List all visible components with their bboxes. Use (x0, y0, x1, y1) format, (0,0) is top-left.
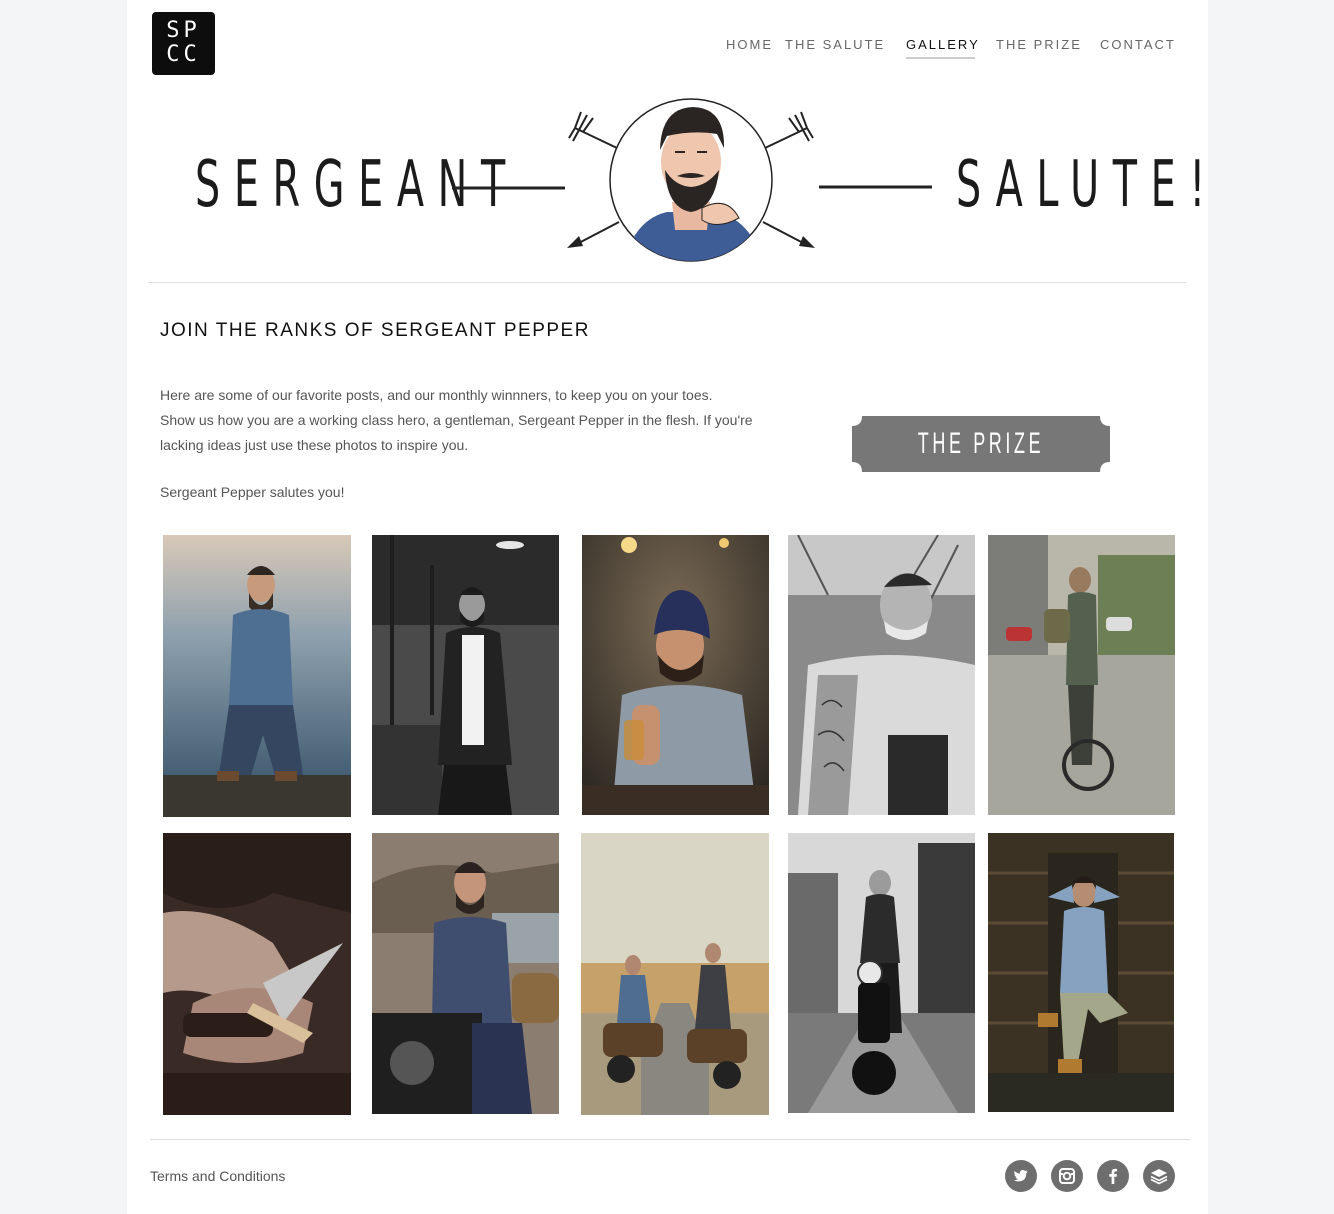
nav-gallery[interactable]: GALLERY (906, 37, 980, 52)
twitter-icon (1014, 1170, 1028, 1182)
intro-line-1: Here are some of our favorite posts, and… (160, 387, 713, 403)
hero-emblem (452, 98, 932, 262)
gallery-photo-3[interactable] (582, 535, 769, 815)
gallery-photo-8[interactable] (581, 833, 769, 1115)
gallery-photo-10[interactable] (988, 833, 1174, 1112)
layers-button[interactable] (1143, 1160, 1175, 1192)
instagram-icon (1059, 1168, 1075, 1184)
page: SP CC HOME THE SALUTE GALLERY THE PRIZE … (127, 0, 1208, 1214)
header-divider (148, 282, 1186, 283)
salutes-text: Sergeant Pepper salutes you! (160, 484, 345, 500)
facebook-button[interactable] (1097, 1160, 1129, 1192)
gallery-photo-6[interactable] (163, 833, 351, 1115)
nav-the-salute[interactable]: THE SALUTE (785, 37, 885, 52)
nav-the-prize[interactable]: THE PRIZE (996, 37, 1082, 52)
the-prize-button[interactable]: THE PRIZE (852, 416, 1110, 472)
instagram-button[interactable] (1051, 1160, 1083, 1192)
intro-text: Here are some of our favorite posts, and… (160, 383, 780, 458)
gallery-photo-2[interactable] (372, 535, 559, 815)
gallery-photo-5[interactable] (988, 535, 1175, 815)
intro-line-2: Show us how you are a working class hero… (160, 412, 753, 428)
footer-divider (150, 1139, 1190, 1140)
nav-contact[interactable]: CONTACT (1100, 37, 1176, 52)
page-heading: JOIN THE RANKS OF SERGEANT PEPPER (160, 320, 590, 341)
gallery-photo-4[interactable] (788, 535, 975, 815)
gallery-photo-7[interactable] (372, 833, 559, 1114)
nav-home[interactable]: HOME (726, 37, 773, 52)
nav-active-underline (906, 57, 975, 59)
intro-line-3: lacking ideas just use these photos to i… (160, 437, 469, 453)
hero-banner: SERGEANT SALUTE! (127, 90, 1208, 270)
terms-link[interactable]: Terms and Conditions (150, 1168, 285, 1184)
main-nav: HOME THE SALUTE GALLERY THE PRIZE CONTAC… (127, 37, 1208, 61)
layers-icon (1150, 1169, 1168, 1185)
gallery-photo-9[interactable] (788, 833, 975, 1113)
gallery-photo-1[interactable] (163, 535, 351, 817)
prize-button-label: THE PRIZE (917, 427, 1045, 460)
twitter-button[interactable] (1005, 1160, 1037, 1192)
facebook-icon (1109, 1168, 1118, 1184)
